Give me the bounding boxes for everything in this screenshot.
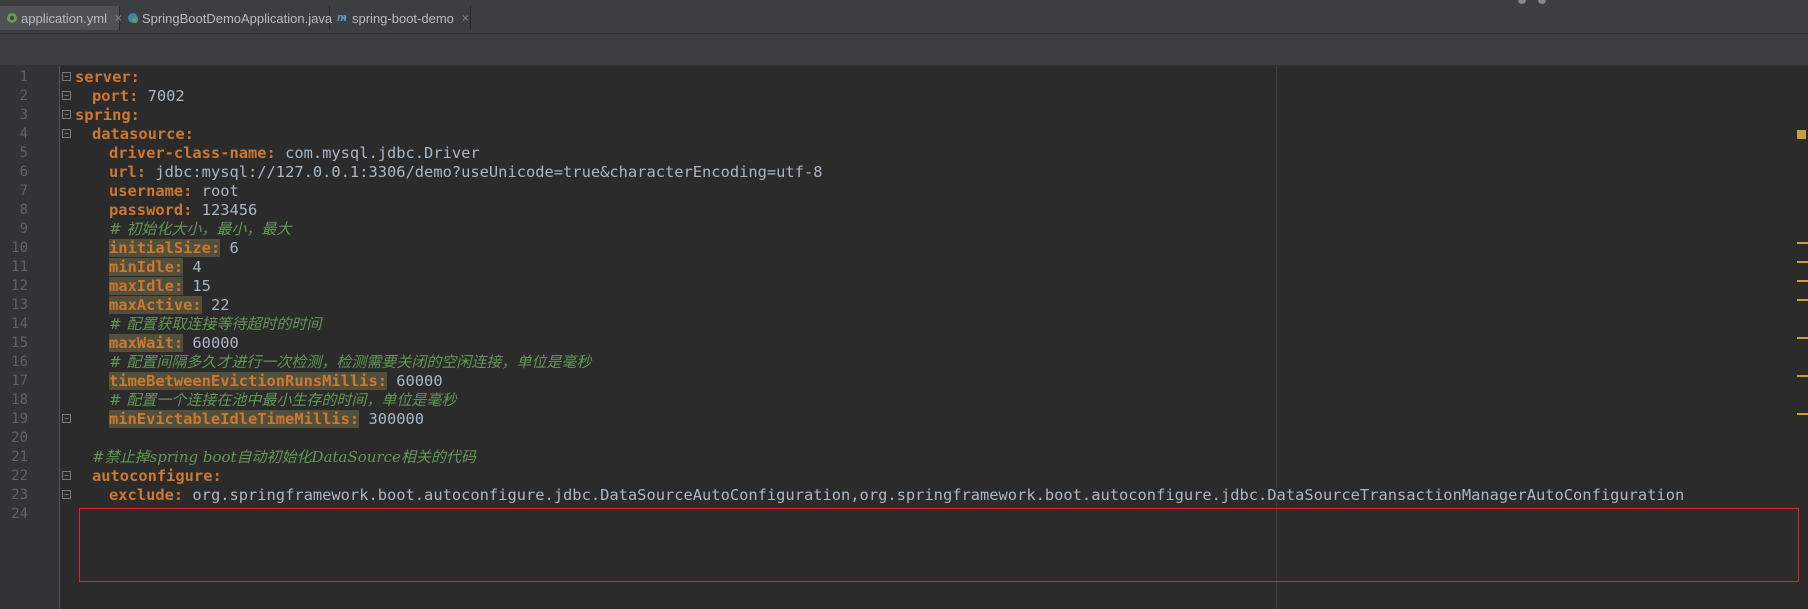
yaml-key: autoconfigure: [92,467,222,485]
yaml-key: maxWait: [109,334,184,352]
yaml-key: minIdle: [109,258,184,276]
yaml-key: url: [109,163,147,181]
yaml-value: 60000 [386,372,443,390]
yaml-value: 300000 [359,410,425,428]
yaml-key: datasource: [92,125,194,143]
tab-spring-boot-demo[interactable]: m spring-boot-demo × [331,6,471,30]
yaml-value: jdbc:mysql://127.0.0.1:3306/demo?useUnic… [146,163,823,181]
warning-stripe-marker[interactable] [1797,337,1808,339]
fold-toggle-icon[interactable]: − [62,471,71,480]
maven-icon: m [337,12,347,24]
yaml-value: 6 [220,239,239,257]
yaml-value: org.springframework.boot.autoconfigure.j… [183,486,1685,504]
highlight-annotation-box [79,508,1799,582]
yaml-key: server: [75,68,140,86]
toolbar-icons [1518,0,1558,5]
warning-stripe-marker[interactable] [1797,261,1808,263]
yaml-key: initialSize: [109,239,221,257]
tab-springbootdemoapplication-java[interactable]: SpringBootDemoApplication.java × [121,6,347,30]
yaml-key: exclude: [109,486,184,504]
tab-label: SpringBootDemoApplication.java [142,10,333,26]
yaml-key: port: [92,87,139,105]
warning-stripe-marker[interactable] [1797,375,1808,377]
yaml-key: maxActive: [109,296,202,314]
yaml-value: 15 [183,277,211,295]
yaml-value: 4 [183,258,202,276]
line-number: 24 [11,506,28,522]
editor-tab-bar: application.yml × SpringBootDemoApplicat… [0,0,1808,34]
tab-label: application.yml [21,10,107,26]
yaml-key: driver-class-name: [109,144,276,162]
yaml-value: 22 [201,296,230,314]
toolbar-icon[interactable] [1518,0,1526,4]
yaml-comment: # 配置获取连接等待超时的时间 [109,315,322,333]
yaml-value: 60000 [183,334,239,352]
java-class-icon [127,12,139,24]
close-icon[interactable]: × [462,11,469,25]
yaml-comment: # 初始化大小，最小，最大 [109,220,292,238]
fold-toggle-icon[interactable]: − [62,91,71,100]
yaml-value: 7002 [138,87,185,105]
code-line[interactable]: exclude: org.springframework.boot.autoco… [109,484,1684,506]
yaml-value: com.mysql.jdbc.Driver [275,144,480,162]
yaml-key: username: [109,182,193,200]
yaml-value: 123456 [192,201,258,219]
tab-label: spring-boot-demo [352,10,454,26]
warning-stripe-marker[interactable] [1797,242,1808,244]
code-editor[interactable]: 1− server: 2− port: 7002 3− spring: 4− datasour… [0,66,1808,609]
fold-toggle-icon[interactable]: − [62,72,71,81]
error-stripe-marker[interactable] [1797,130,1806,139]
breadcrumb-strip [0,34,1808,66]
fold-toggle-icon[interactable]: − [62,490,71,499]
fold-toggle-icon[interactable]: − [62,110,71,119]
code-line[interactable]: minEvictableIdleTimeMillis: 300000 [109,408,424,430]
tab-application-yml[interactable]: application.yml × [0,6,122,30]
warning-stripe-marker[interactable] [1797,413,1808,415]
yaml-key: spring: [75,106,140,124]
warning-stripe-marker[interactable] [1797,299,1808,301]
yaml-key: minEvictableIdleTimeMillis: [109,410,360,428]
yaml-comment: # 配置一个连接在池中最小生存的时间，单位是毫秒 [109,391,457,409]
yaml-comment: # 配置间隔多久才进行一次检测，检测需要关闭的空闲连接，单位是毫秒 [109,353,592,371]
yaml-value: root [192,182,239,200]
yml-leaf-icon [6,12,18,24]
yaml-key: timeBetweenEvictionRunsMillis: [109,372,387,390]
fold-toggle-icon[interactable]: − [62,129,71,138]
warning-stripe-marker[interactable] [1797,280,1808,282]
toolbar-icon[interactable] [1538,0,1546,4]
yaml-key: maxIdle: [109,277,184,295]
yaml-comment: #禁止掉spring boot自动初始化DataSource相关的代码 [92,448,476,466]
fold-toggle-icon[interactable]: − [62,414,71,423]
yaml-key: password: [109,201,193,219]
